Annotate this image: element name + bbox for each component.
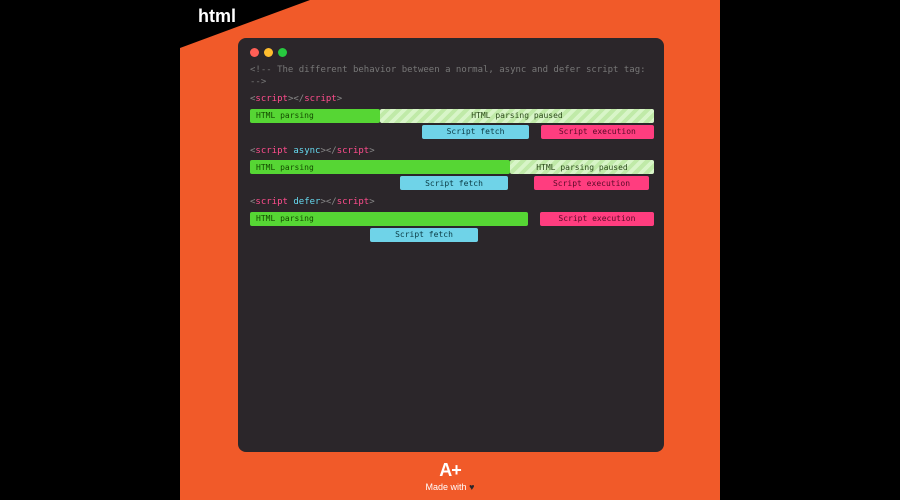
timeline-segment: HTML parsing bbox=[250, 109, 380, 123]
minimize-icon bbox=[264, 48, 273, 57]
logo: A+ bbox=[180, 460, 720, 481]
timeline-segment: Script execution bbox=[540, 212, 654, 226]
made-with-text: Made with bbox=[426, 482, 467, 492]
maximize-icon bbox=[278, 48, 287, 57]
timeline-segment bbox=[528, 212, 540, 226]
timeline-segment bbox=[250, 176, 400, 190]
timeline-segment bbox=[529, 125, 541, 139]
timeline-row: Script fetch Script execution bbox=[250, 125, 654, 139]
code-line: <script async></script> bbox=[250, 145, 652, 158]
footer: A+ Made with ♥ bbox=[180, 460, 720, 492]
timeline-segment: Script execution bbox=[534, 176, 649, 190]
close-icon bbox=[250, 48, 259, 57]
heart-icon: ♥ bbox=[469, 482, 474, 492]
terminal-window: <!-- The different behavior between a no… bbox=[238, 38, 664, 452]
timeline-row: Script fetch bbox=[250, 228, 654, 242]
timeline-row: HTML parsing Script execution bbox=[250, 212, 654, 226]
code-line: <script defer></script> bbox=[250, 196, 652, 209]
timeline-segment bbox=[250, 125, 422, 139]
language-label: html bbox=[198, 6, 236, 27]
timeline-segment bbox=[250, 228, 370, 242]
timeline-segment: HTML parsing paused bbox=[510, 160, 654, 174]
timeline-segment: HTML parsing paused bbox=[380, 109, 654, 123]
timeline-segment bbox=[508, 176, 534, 190]
timeline-segment: Script fetch bbox=[422, 125, 528, 139]
timeline-row: Script fetch Script execution bbox=[250, 176, 654, 190]
timeline: HTML parsingHTML parsing pausedScript fe… bbox=[250, 160, 652, 190]
timeline-segment: HTML parsing bbox=[250, 212, 528, 226]
window-controls bbox=[250, 48, 652, 57]
timeline: HTML parsing Script execution Script fetch bbox=[250, 212, 652, 242]
timeline-row: HTML parsingHTML parsing paused bbox=[250, 160, 654, 174]
code-line: <script></script> bbox=[250, 93, 652, 106]
timeline-segment: Script fetch bbox=[370, 228, 478, 242]
intro-comment: <!-- The different behavior between a no… bbox=[250, 64, 652, 88]
timeline: HTML parsingHTML parsing paused Script fe… bbox=[250, 109, 652, 139]
timeline-segment: Script execution bbox=[541, 125, 654, 139]
timeline-segment: Script fetch bbox=[400, 176, 508, 190]
timeline-segment: HTML parsing bbox=[250, 160, 510, 174]
poster-frame: html <!-- The different behavior between… bbox=[180, 0, 720, 500]
timeline-row: HTML parsingHTML parsing paused bbox=[250, 109, 654, 123]
